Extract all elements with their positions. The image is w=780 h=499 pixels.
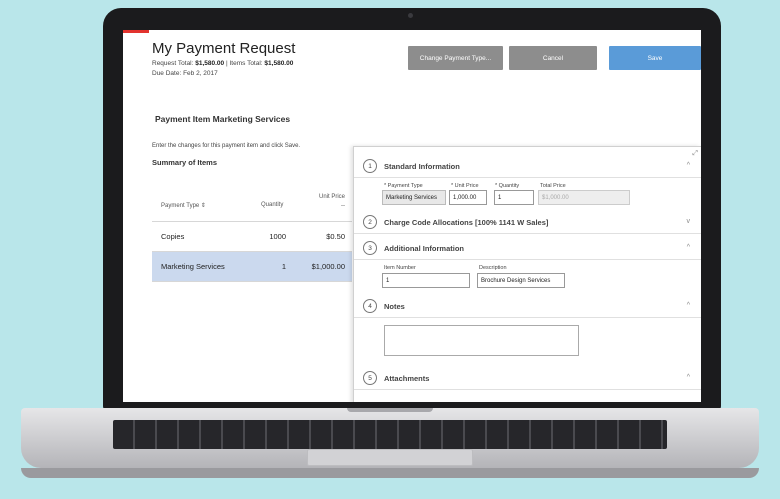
chevron-up-icon: ^ <box>686 162 690 169</box>
row-unit-price: $0.50 <box>326 232 345 241</box>
chevron-up-icon: ^ <box>686 302 690 309</box>
step-number: 4 <box>363 299 377 313</box>
item-number-input[interactable]: 1 <box>382 273 470 288</box>
header-unit-price-sub: -- <box>341 203 345 209</box>
section-label: Standard Information <box>384 162 460 171</box>
save-button[interactable]: Save <box>609 46 701 70</box>
request-totals: Request Total: $1,580.00 | Items Total: … <box>152 60 293 67</box>
quantity-input[interactable]: 1 <box>494 190 534 205</box>
lid-notch <box>347 408 433 412</box>
section-label: Additional Information <box>384 244 464 253</box>
payment-type-label: * Payment Type <box>384 183 423 189</box>
table-row-selected[interactable]: Marketing Services 1 $1,000.00 <box>152 252 352 282</box>
request-total-label: Request Total: <box>152 60 194 67</box>
total-price-label: Total Price <box>540 183 566 189</box>
payment-type-field[interactable]: Marketing Services <box>382 190 446 205</box>
row-quantity: 1 <box>281 262 286 271</box>
section-title: Payment Item Marketing Services <box>155 114 291 124</box>
header-quantity[interactable]: Quantity <box>261 202 283 208</box>
trackpad <box>307 449 473 466</box>
keyboard <box>113 420 667 449</box>
step-number: 1 <box>363 159 377 173</box>
header-payment-type[interactable]: Payment Type ⇕ <box>161 202 206 209</box>
summary-title: Summary of Items <box>152 158 218 167</box>
items-total-value: $1,580.00 <box>264 60 294 67</box>
unit-price-label: * Unit Price <box>451 183 479 189</box>
cancel-button[interactable]: Cancel <box>509 46 597 70</box>
row-quantity: 1000 <box>269 232 286 241</box>
page-title: My Payment Request <box>152 40 296 57</box>
change-payment-type-button[interactable]: Change Payment Type... <box>408 46 503 70</box>
section-label: Charge Code Allocations [100% 1141 W Sal… <box>384 218 549 227</box>
step-number: 5 <box>363 371 377 385</box>
row-payment-type: Copies <box>161 232 185 241</box>
chevron-up-icon: ^ <box>686 374 690 381</box>
item-number-label: Item Number <box>384 265 416 271</box>
due-date: Due Date: Feb 2, 2017 <box>152 70 218 77</box>
camera-dot <box>408 13 413 18</box>
row-unit-price: $1,000.00 <box>311 262 345 271</box>
chevron-up-icon: ^ <box>686 244 690 251</box>
section-label: Attachments <box>384 374 430 383</box>
chevron-down-icon: v <box>686 218 691 225</box>
items-table: Payment Type ⇕ Quantity Unit Price -- Co… <box>152 190 352 282</box>
section-additional-information[interactable]: 3 Additional Information ^ <box>354 237 701 260</box>
description-input[interactable]: Brochure Design Services <box>477 273 565 288</box>
instructions-text: Enter the changes for this payment item … <box>152 143 301 149</box>
header-unit-price-label: Unit Price <box>318 194 345 200</box>
header-unit-price[interactable]: Unit Price -- <box>310 193 345 211</box>
section-attachments[interactable]: 5 Attachments ^ <box>354 367 701 390</box>
section-charge-code-allocations[interactable]: 2 Charge Code Allocations [100% 1141 W S… <box>354 211 701 234</box>
table-row[interactable]: Copies 1000 $0.50 <box>152 222 352 252</box>
unit-price-input[interactable]: 1,000.00 <box>449 190 487 205</box>
description-label: Description <box>479 265 507 271</box>
app-screen: My Payment Request Request Total: $1,580… <box>123 30 701 402</box>
total-price-field: $1,000.00 <box>538 190 630 205</box>
row-payment-type: Marketing Services <box>161 262 225 271</box>
section-standard-information[interactable]: 1 Standard Information ^ <box>354 155 701 178</box>
brand-accent-bar <box>123 30 149 33</box>
section-label: Notes <box>384 302 405 311</box>
section-notes[interactable]: 4 Notes ^ <box>354 295 701 318</box>
step-number: 3 <box>363 241 377 255</box>
notes-textarea[interactable] <box>384 325 579 356</box>
table-header: Payment Type ⇕ Quantity Unit Price -- <box>152 190 352 222</box>
edit-item-panel: ⤢ 1 Standard Information ^ * Payment Typ… <box>353 146 701 402</box>
quantity-label: * Quantity <box>495 183 520 189</box>
laptop-foot <box>21 468 759 478</box>
request-total-value: $1,580.00 <box>195 60 225 67</box>
items-total-label: Items Total: <box>229 60 263 67</box>
laptop-lid: My Payment Request Request Total: $1,580… <box>103 8 721 412</box>
step-number: 2 <box>363 215 377 229</box>
laptop-base <box>21 408 759 468</box>
